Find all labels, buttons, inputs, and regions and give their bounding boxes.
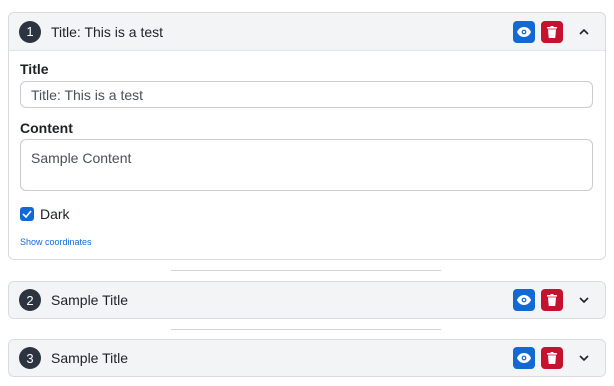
show-coordinates-link[interactable]: Show coordinates bbox=[20, 237, 92, 247]
view-button[interactable] bbox=[513, 347, 535, 369]
trash-icon bbox=[547, 294, 557, 306]
dark-checkbox-label: Dark bbox=[40, 206, 70, 222]
accordion-header-1[interactable]: 1 Title: This is a test bbox=[9, 13, 605, 51]
eye-icon bbox=[517, 295, 531, 305]
divider bbox=[171, 270, 441, 271]
accordion-item-1: 1 Title: This is a test Title Content bbox=[8, 12, 606, 260]
dark-checkbox[interactable] bbox=[20, 207, 34, 221]
view-button[interactable] bbox=[513, 289, 535, 311]
accordion-title: Title: This is a test bbox=[51, 23, 164, 40]
chevron-up-icon bbox=[579, 28, 589, 35]
chevron-down-icon bbox=[579, 296, 589, 303]
checkmark-icon bbox=[22, 210, 32, 218]
delete-button[interactable] bbox=[541, 20, 563, 43]
trash-icon bbox=[547, 25, 557, 38]
chevron-down-icon bbox=[579, 354, 589, 361]
item-number-badge: 2 bbox=[19, 289, 41, 311]
view-button[interactable] bbox=[513, 20, 535, 43]
delete-button[interactable] bbox=[541, 289, 563, 311]
accordion-header-3[interactable]: 3 Sample Title bbox=[9, 340, 605, 376]
delete-button[interactable] bbox=[541, 347, 563, 369]
expand-toggle[interactable] bbox=[573, 347, 595, 369]
accordion-title: Sample Title bbox=[51, 292, 129, 308]
accordion-title: Sample Title bbox=[51, 350, 129, 366]
eye-icon bbox=[517, 26, 531, 37]
dark-checkbox-row[interactable]: Dark bbox=[20, 206, 70, 222]
accordion-header-2[interactable]: 2 Sample Title bbox=[9, 282, 605, 318]
expand-toggle[interactable] bbox=[573, 289, 595, 311]
trash-icon bbox=[547, 352, 557, 364]
content-field-label: Content bbox=[20, 120, 73, 136]
content-textarea[interactable]: Sample Content bbox=[20, 139, 593, 191]
accordion-item-3: 3 Sample Title bbox=[8, 339, 606, 377]
title-input[interactable] bbox=[20, 81, 593, 108]
eye-icon bbox=[517, 353, 531, 363]
collapse-toggle[interactable] bbox=[573, 21, 595, 43]
divider bbox=[171, 329, 441, 330]
accordion-item-2: 2 Sample Title bbox=[8, 281, 606, 319]
item-number-badge: 3 bbox=[19, 347, 41, 369]
item-number-badge: 1 bbox=[19, 20, 41, 43]
title-field-label: Title bbox=[20, 61, 49, 77]
